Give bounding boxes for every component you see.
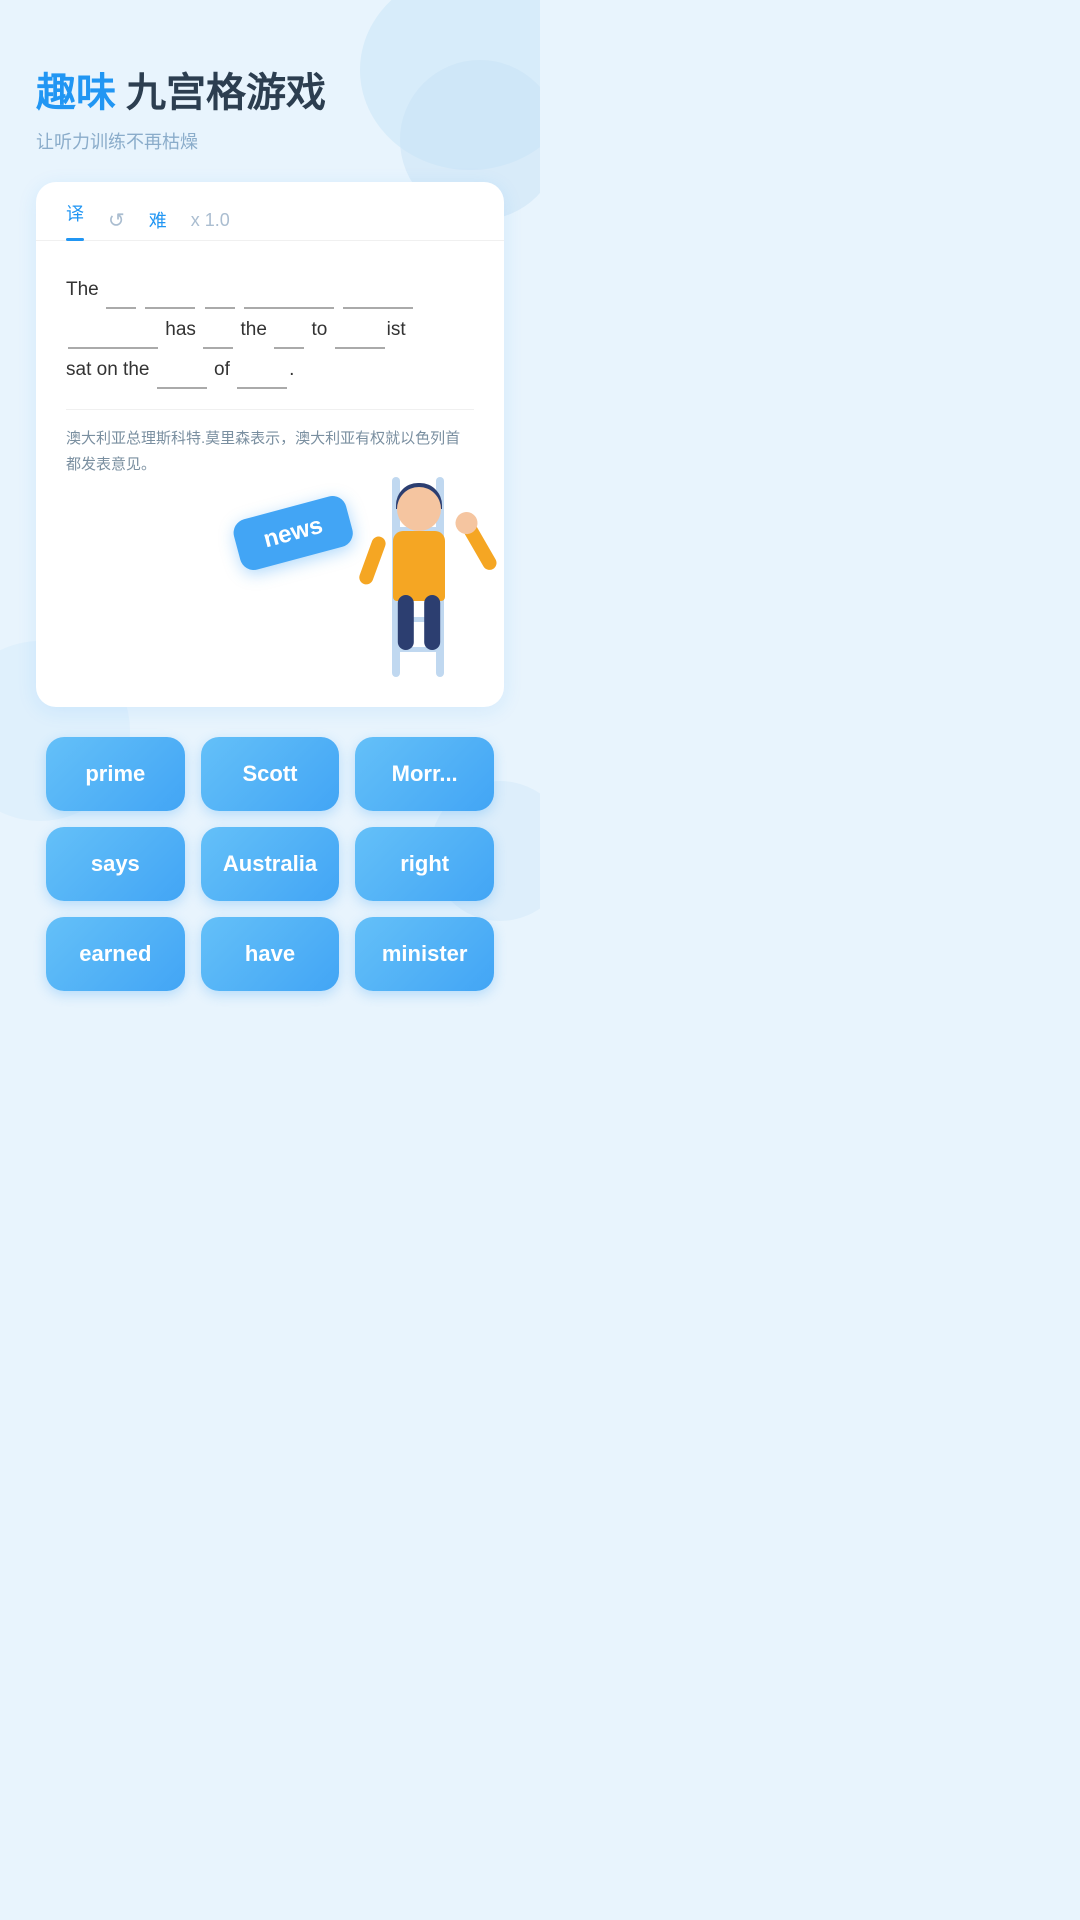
person-hand: [451, 508, 481, 538]
news-chip: news: [230, 493, 356, 573]
blank-11: [237, 349, 287, 389]
blank-10: [157, 349, 207, 389]
tab-speed[interactable]: x 1.0: [191, 210, 230, 231]
title-dark: 九宫格游戏: [126, 60, 326, 118]
person-body: [393, 531, 445, 601]
word-grid: primeScottMorr... saysAustraliaright earne…: [36, 737, 504, 991]
illustration: news: [36, 497, 504, 677]
header: 趣味 九宫格游戏 让听力训练不再枯燥: [36, 60, 504, 154]
tab-difficulty[interactable]: 难: [149, 207, 167, 233]
person-leg-right: [425, 595, 441, 650]
person-arm-right: [457, 514, 499, 573]
word-btn-minister[interactable]: minister: [355, 917, 494, 991]
title-blue: 趣味: [36, 60, 116, 118]
tab-bar: 译 ↺ 难 x 1.0: [36, 182, 504, 241]
blank-3: [205, 269, 235, 309]
blank-7: [203, 309, 233, 349]
word-btn-right[interactable]: right: [355, 827, 494, 901]
blank-1: [106, 269, 136, 309]
person-illustration: [354, 487, 484, 687]
word-btn-prime[interactable]: prime: [46, 737, 185, 811]
person-leg-left: [397, 595, 413, 650]
tab-refresh[interactable]: ↺: [108, 208, 125, 233]
subtitle: 让听力训练不再枯燥: [36, 128, 504, 154]
tab-translate[interactable]: 译: [66, 200, 84, 240]
blank-2: [145, 269, 195, 309]
word-btn-have[interactable]: have: [201, 917, 340, 991]
person-head: [397, 487, 441, 531]
main-card: 译 ↺ 难 x 1.0 The has the: [36, 182, 504, 707]
blank-4: [244, 269, 334, 309]
word-btn-says[interactable]: says: [46, 827, 185, 901]
blank-9: [335, 309, 385, 349]
translation-text: 澳大利亚总理斯科特.莫里森表示，澳大利亚有权就以色列首都发表意见。: [66, 409, 474, 477]
sentence-area: The has the to ist sat on the: [36, 241, 504, 497]
blank-6: [68, 309, 158, 349]
sentence-text: The has the to ist sat on the: [66, 269, 474, 389]
person-arm-left: [357, 535, 387, 587]
blank-5: [343, 269, 413, 309]
word-btn-scott[interactable]: Scott: [201, 737, 340, 811]
title-row: 趣味 九宫格游戏: [36, 60, 504, 118]
word-btn-australia[interactable]: Australia: [201, 827, 340, 901]
word-btn-morrison[interactable]: Morr...: [355, 737, 494, 811]
blank-8: [274, 309, 304, 349]
word-btn-earned[interactable]: earned: [46, 917, 185, 991]
